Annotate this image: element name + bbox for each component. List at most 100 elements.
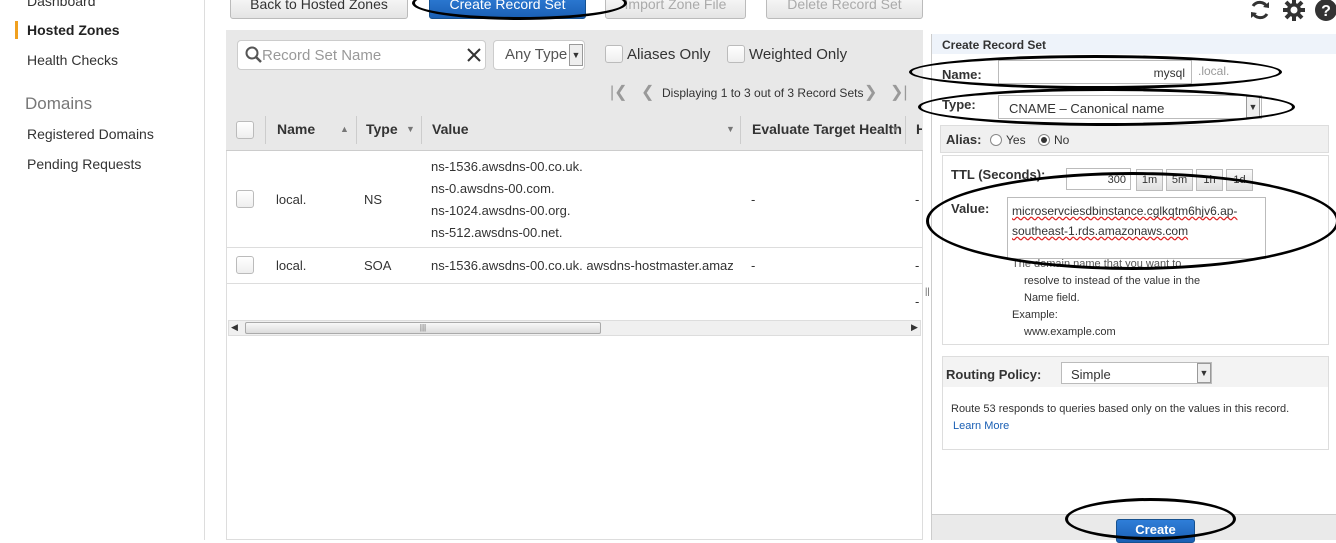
- column-header-type[interactable]: Type: [366, 121, 398, 137]
- routing-policy-value: Simple: [1071, 367, 1111, 382]
- create-record-set-button[interactable]: Create Record Set: [429, 0, 586, 19]
- routing-policy-label: Routing Policy:: [946, 367, 1042, 382]
- ttl-label: TTL (Seconds):: [951, 167, 1046, 182]
- scroll-left-icon[interactable]: ◀: [231, 322, 238, 333]
- sort-menu-icon[interactable]: ▼: [406, 124, 415, 134]
- sidebar-item-dashboard[interactable]: Dashboard: [27, 0, 96, 9]
- value-line-1: microservciesdbinstance.cglkqtm6hjv6.ap-: [1012, 204, 1237, 218]
- column-header-value[interactable]: Value: [432, 121, 469, 137]
- ttl-value: 300: [1107, 174, 1126, 186]
- search-icon: [245, 46, 262, 63]
- gear-icon[interactable]: [1282, 0, 1306, 28]
- name-suffix: .local.: [1198, 64, 1230, 78]
- cell-value: ns-1536.awsdns-00.co.uk. awsdns-hostmast…: [431, 258, 733, 273]
- column-header-h[interactable]: H: [916, 121, 922, 137]
- column-header-name[interactable]: Name: [277, 121, 315, 137]
- column-header-evaluate-target-health[interactable]: Evaluate Target Health: [752, 121, 902, 137]
- value-label: Value:: [951, 201, 990, 216]
- import-zone-file-button[interactable]: Import Zone File: [605, 0, 746, 19]
- pager-status: Displaying 1 to 3 out of 3 Record Sets: [662, 86, 864, 100]
- sidebar: Dashboard Hosted Zones Health Checks Dom…: [0, 0, 205, 540]
- sidebar-item-health-checks[interactable]: Health Checks: [27, 52, 118, 68]
- aliases-only-label: Aliases Only: [627, 46, 711, 63]
- last-page-icon[interactable]: ❯|: [890, 82, 908, 102]
- sidebar-section-domains: Domains: [25, 94, 93, 113]
- type-label: Type:: [942, 97, 976, 112]
- record-type-select[interactable]: CNAME – Canonical name ▼: [998, 95, 1262, 119]
- alias-no-radio[interactable]: [1038, 134, 1050, 146]
- horizontal-scrollbar[interactable]: ◀ ||| ▶: [228, 320, 921, 336]
- first-page-icon[interactable]: |❮: [610, 82, 628, 102]
- search-box[interactable]: [237, 40, 486, 70]
- delete-record-set-button[interactable]: Delete Record Set: [766, 0, 923, 19]
- sidebar-item-registered-domains[interactable]: Registered Domains: [27, 126, 154, 142]
- cell-name: local.: [276, 192, 307, 207]
- record-type-value: CNAME – Canonical name: [1009, 101, 1165, 116]
- col-separator: [905, 116, 906, 144]
- row-checkbox[interactable]: [236, 190, 254, 208]
- chevron-down-icon[interactable]: ▼: [1246, 96, 1260, 118]
- record-set-name-input[interactable]: [262, 45, 462, 65]
- cell-evaluate: -: [751, 258, 756, 273]
- cell-value: ns-1024.awsdns-00.org.: [431, 203, 571, 218]
- scroll-right-icon[interactable]: ▶: [911, 322, 918, 333]
- prev-page-icon[interactable]: ❮: [641, 82, 654, 102]
- chevron-down-icon[interactable]: ▼: [1197, 363, 1211, 383]
- ttl-input[interactable]: 300: [1066, 168, 1131, 190]
- panel-title: Create Record Set: [942, 38, 1047, 52]
- cell-name: local.: [276, 258, 307, 273]
- sidebar-item-pending-requests[interactable]: Pending Requests: [27, 156, 141, 172]
- value-textarea[interactable]: microservciesdbinstance.cglkqtm6hjv6.ap-…: [1007, 197, 1266, 259]
- row-divider: [227, 283, 922, 284]
- col-separator: [356, 116, 357, 144]
- routing-description: Route 53 responds to queries based only …: [951, 403, 1290, 415]
- value-line-2-text: southeast-1.rds.amazonaws.com: [1012, 224, 1189, 238]
- refresh-icon[interactable]: [1248, 0, 1272, 28]
- scroll-thumb[interactable]: |||: [245, 322, 601, 334]
- ttl-5m-button[interactable]: 5m: [1166, 169, 1193, 191]
- cell-h: -: [915, 192, 920, 207]
- routing-policy-select[interactable]: Simple ▼: [1061, 362, 1212, 384]
- col-separator: [421, 116, 422, 144]
- learn-more-link[interactable]: Learn More: [953, 420, 1009, 432]
- help-text-example-label: Example:: [1012, 309, 1058, 321]
- help-text-line-2: resolve to instead of the value in the: [1024, 275, 1201, 287]
- name-label: Name:: [942, 67, 982, 82]
- help-text-line-3: Name field.: [1024, 292, 1080, 304]
- aliases-only-checkbox[interactable]: [605, 45, 623, 63]
- name-input[interactable]: mysql: [998, 60, 1192, 84]
- sidebar-item-hosted-zones[interactable]: Hosted Zones: [27, 22, 120, 38]
- cell-type: SOA: [364, 258, 392, 273]
- row-checkbox[interactable]: [236, 256, 254, 274]
- svg-text:?: ?: [1321, 3, 1331, 20]
- splitter-handle[interactable]: ||: [925, 286, 930, 296]
- weighted-only-checkbox[interactable]: [727, 45, 745, 63]
- chevron-down-icon[interactable]: ▼: [569, 44, 583, 66]
- select-all-checkbox[interactable]: [236, 121, 254, 139]
- value-line-2: southeast-1.rds.amazonaws.com: [1012, 224, 1188, 238]
- back-to-hosted-zones-button[interactable]: Back to Hosted Zones: [230, 0, 408, 19]
- clear-icon[interactable]: [466, 47, 482, 63]
- create-button[interactable]: Create: [1116, 519, 1195, 543]
- cell-value: ns-1536.awsdns-00.co.uk.: [431, 159, 583, 174]
- help-icon[interactable]: ?: [1314, 0, 1336, 28]
- ttl-1h-button[interactable]: 1h: [1196, 169, 1223, 191]
- active-indicator: [15, 21, 18, 39]
- ttl-1d-button[interactable]: 1d: [1226, 169, 1253, 191]
- weighted-only-label: Weighted Only: [749, 46, 848, 63]
- sort-asc-icon[interactable]: ▲: [340, 124, 349, 134]
- help-text-line-1: The domain name that you want to: [1012, 258, 1182, 270]
- alias-yes-radio[interactable]: [990, 134, 1002, 146]
- cell-evaluate: -: [751, 192, 756, 207]
- cell-type: NS: [364, 192, 383, 207]
- sort-menu-icon[interactable]: ▼: [726, 124, 735, 134]
- next-page-icon[interactable]: ❯: [864, 82, 877, 102]
- cell-h: -: [915, 258, 920, 273]
- alias-label: Alias:: [946, 132, 982, 147]
- alias-yes-label: Yes: [1006, 133, 1026, 147]
- cell-h: -: [915, 294, 920, 309]
- type-filter-value: Any Type: [505, 46, 568, 63]
- ttl-1m-button[interactable]: 1m: [1136, 169, 1163, 191]
- cell-value: ns-0.awsdns-00.com.: [431, 181, 555, 196]
- sort-menu-icon[interactable]: ▼: [891, 124, 900, 134]
